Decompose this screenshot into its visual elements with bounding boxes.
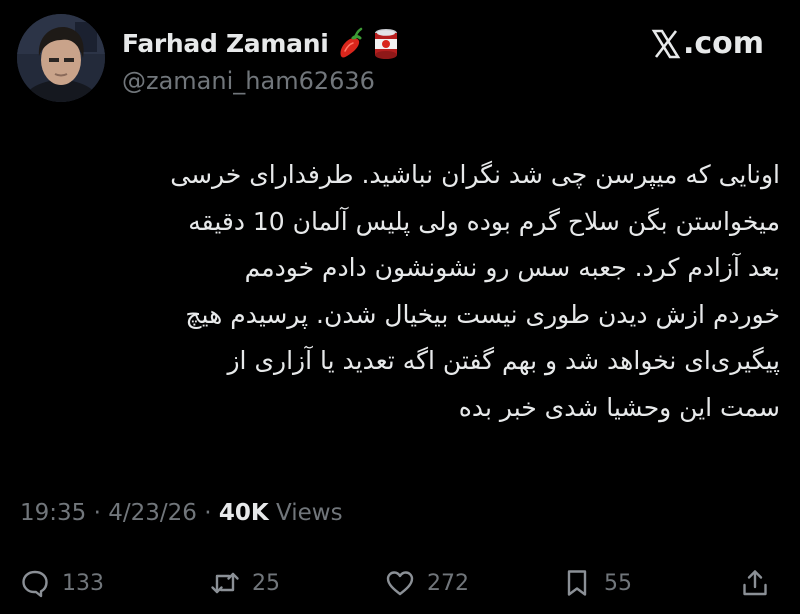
avatar-photo [17, 14, 105, 102]
views-count: 40K [218, 500, 269, 526]
like-button[interactable]: 272 [385, 568, 469, 598]
avatar[interactable] [17, 14, 105, 102]
author-handle[interactable]: @zamani_ham62636 [122, 67, 375, 95]
share-button[interactable] [740, 568, 770, 598]
tweet-line: بعد آزادم کرد. جعبه سس رو نشونشون دادم خ… [244, 253, 780, 282]
repost-count: 25 [252, 570, 280, 596]
bookmark-icon [567, 570, 587, 596]
x-logo-icon [651, 29, 681, 58]
tweet-line: اونایی که میپرسن چی شد نگران نباشید. طرف… [170, 160, 780, 189]
reply-icon [22, 570, 48, 598]
reply-button[interactable]: 133 [20, 568, 104, 598]
tweet-line: میخواستن بگن سلاح گرم بوده ولی پلیس آلما… [188, 206, 780, 236]
tweet-date[interactable]: 4/23/26 [108, 500, 197, 526]
display-name[interactable]: Farhad Zamani [122, 29, 329, 58]
heart-icon [386, 571, 414, 596]
repost-button[interactable]: 25 [210, 568, 280, 598]
canned-food-emoji [372, 26, 400, 60]
tweet-line: خوردم ازش دیدن طوری نیست بیخیال شدن. پرس… [185, 299, 780, 329]
meta-separator: · [204, 500, 212, 526]
views-label: Views [276, 500, 343, 526]
x-brand: .com [651, 26, 764, 61]
bookmark-button[interactable]: 55 [562, 568, 632, 598]
action-bar: 133 25 272 55 [0, 560, 800, 608]
repost-icon [211, 572, 239, 594]
share-icon [743, 570, 767, 596]
hot-pepper-emoji [336, 26, 364, 60]
reply-count: 133 [62, 570, 104, 596]
bookmark-count: 55 [604, 570, 632, 596]
tweet-meta: 19:35 · 4/23/26 · 40K Views [20, 500, 343, 526]
like-count: 272 [427, 570, 469, 596]
meta-separator: · [93, 500, 101, 526]
tweet-time[interactable]: 19:35 [20, 500, 86, 526]
x-domain-text: .com [682, 26, 764, 61]
tweet-line: پیگیری‌ای نخواهد شد و بهم گفتن اگه تعدید… [227, 346, 780, 375]
tweet-line: سمت این وحشیا شدی خبر بده [458, 392, 780, 422]
tweet-text: اونایی که میپرسن چی شد نگران نباشید. طرف… [20, 152, 780, 431]
author-name-row[interactable]: Farhad Zamani [122, 26, 400, 60]
